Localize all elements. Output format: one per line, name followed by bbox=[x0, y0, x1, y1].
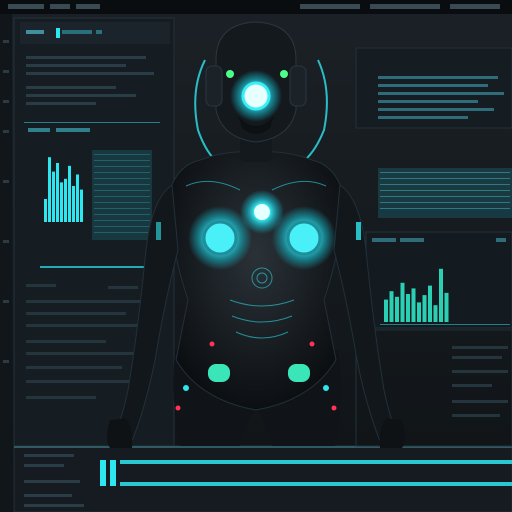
chart-bar bbox=[433, 305, 438, 322]
left-chart-baseline bbox=[40, 266, 158, 268]
left-panel-subheader bbox=[28, 128, 90, 132]
bottom-panel bbox=[13, 445, 512, 512]
chart-bar bbox=[428, 285, 432, 322]
headphone-left bbox=[205, 65, 223, 107]
green-indicator-left bbox=[226, 70, 234, 78]
left-arm-light bbox=[156, 222, 161, 240]
chart-bar bbox=[400, 282, 405, 322]
headphone-right bbox=[289, 65, 307, 107]
chart-bar bbox=[406, 294, 410, 322]
left-side-strip bbox=[0, 14, 12, 512]
chart-bar bbox=[80, 189, 83, 222]
chart-bar bbox=[44, 198, 47, 222]
green-indicator-right bbox=[280, 70, 288, 78]
cyan-light-knee-left bbox=[183, 385, 189, 391]
chart-bar bbox=[52, 171, 55, 222]
chart-bar bbox=[64, 178, 67, 222]
hip-light-left bbox=[208, 364, 230, 382]
chest-light-left-icon bbox=[202, 220, 238, 256]
chart-bar bbox=[48, 157, 51, 222]
chart-bar bbox=[417, 302, 421, 322]
chart-bar bbox=[76, 174, 79, 222]
chart-bar bbox=[56, 162, 59, 222]
red-light-left bbox=[209, 341, 215, 347]
hud-robot-illustration bbox=[0, 0, 512, 512]
chart-bar bbox=[384, 299, 388, 322]
right-arm-light bbox=[356, 222, 361, 240]
right-striped-block bbox=[378, 168, 512, 218]
left-panel-divider bbox=[24, 122, 160, 123]
chart-bar bbox=[395, 296, 399, 322]
cyan-light-knee-right bbox=[323, 385, 329, 391]
eye-lens-icon bbox=[241, 81, 271, 111]
chart-bar bbox=[422, 295, 427, 322]
hip-light-right bbox=[288, 364, 310, 382]
chart-bar bbox=[444, 292, 449, 322]
chart-bar bbox=[60, 182, 63, 222]
right-chart-baseline bbox=[380, 324, 510, 325]
chest-light-right-icon bbox=[286, 220, 322, 256]
chart-bar bbox=[389, 291, 394, 322]
chart-bar bbox=[411, 288, 416, 322]
robot-torso bbox=[169, 151, 343, 411]
chest-core-icon bbox=[254, 204, 270, 220]
red-light-thigh-right bbox=[331, 405, 337, 411]
chart-bar bbox=[68, 165, 71, 222]
chart-bar bbox=[439, 268, 443, 322]
red-light-right bbox=[309, 341, 315, 347]
chart-bar bbox=[72, 186, 75, 222]
red-light-thigh bbox=[175, 405, 181, 411]
